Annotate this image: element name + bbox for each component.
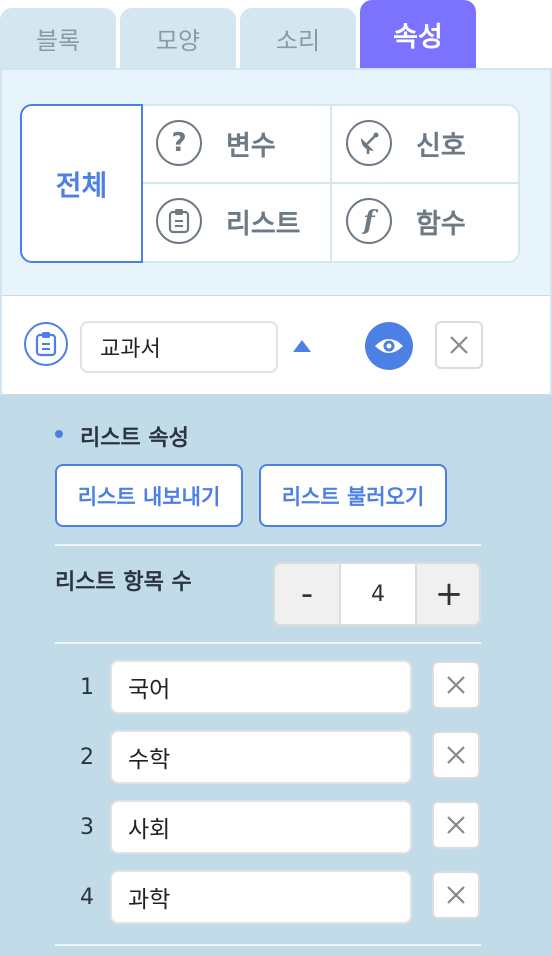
list-properties-title: 리스트 속성 [80,426,189,451]
category-all-button[interactable]: 전체 [20,104,143,263]
function-icon: f [346,198,392,244]
clipboard-icon [24,322,68,366]
category-list-label: 리스트 [226,208,301,240]
question-icon: ? [156,120,202,166]
category-variable-label: 변수 [226,130,276,162]
divider [55,642,481,644]
delete-item-button[interactable] [432,801,480,849]
increment-button[interactable]: + [417,564,479,624]
category-divider [143,182,518,184]
list-item: 1 국어 [0,660,552,714]
delete-item-button[interactable] [432,731,480,779]
item-count-value[interactable]: 4 [339,564,417,624]
category-function-label: 함수 [416,208,466,240]
list-item-input[interactable]: 사회 [110,800,412,854]
list-item-index: 3 [80,814,94,840]
list-item-count-label: 리스트 항목 수 [55,570,192,595]
item-count-stepper: - 4 + [273,562,481,626]
divider [55,544,481,546]
import-list-button[interactable]: 리스트 불러오기 [259,464,447,527]
close-icon [447,746,465,764]
clipboard-icon [156,198,202,244]
list-item-input[interactable]: 수학 [110,730,412,784]
tab-properties[interactable]: 속성 [360,0,476,68]
category-panel: 전체 ? 변수 신호 리스트 f 함수 [0,68,552,296]
delete-item-button[interactable] [432,871,480,919]
list-item: 3 사회 [0,800,552,854]
delete-item-button[interactable] [432,661,480,709]
collapse-arrow-icon[interactable] [293,340,311,352]
divider [55,944,481,946]
list-item-input[interactable]: 과학 [110,870,412,924]
list-item-index: 4 [80,884,94,910]
eye-icon [375,339,403,353]
close-icon [447,676,465,694]
decrement-button[interactable]: - [275,564,339,624]
list-name-input[interactable]: 교과서 [80,321,278,373]
close-icon [447,816,465,834]
delete-list-button[interactable] [435,321,483,369]
list-item: 4 과학 [0,870,552,924]
list-item: 2 수학 [0,730,552,784]
list-item-input[interactable]: 국어 [110,660,412,714]
list-item-index: 2 [80,744,94,770]
category-variable-button[interactable]: ? 변수 [156,116,276,170]
category-list-button[interactable]: 리스트 [156,194,301,248]
visibility-toggle-button[interactable] [365,322,413,370]
category-function-button[interactable]: f 함수 [346,194,466,248]
category-signal-label: 신호 [416,130,466,162]
bullet-dot [55,430,63,438]
list-item-index: 1 [80,674,94,700]
export-list-button[interactable]: 리스트 내보내기 [55,464,243,527]
satellite-dish-icon [346,120,392,166]
list-header-row: 교과서 [0,296,552,396]
close-icon [447,886,465,904]
category-signal-button[interactable]: 신호 [346,116,466,170]
tab-bar: 블록 모양 소리 속성 [0,0,552,68]
close-icon [450,336,468,354]
tab-blocks[interactable]: 블록 [0,8,116,68]
tab-sounds[interactable]: 소리 [240,8,356,68]
tab-shapes[interactable]: 모양 [120,8,236,68]
